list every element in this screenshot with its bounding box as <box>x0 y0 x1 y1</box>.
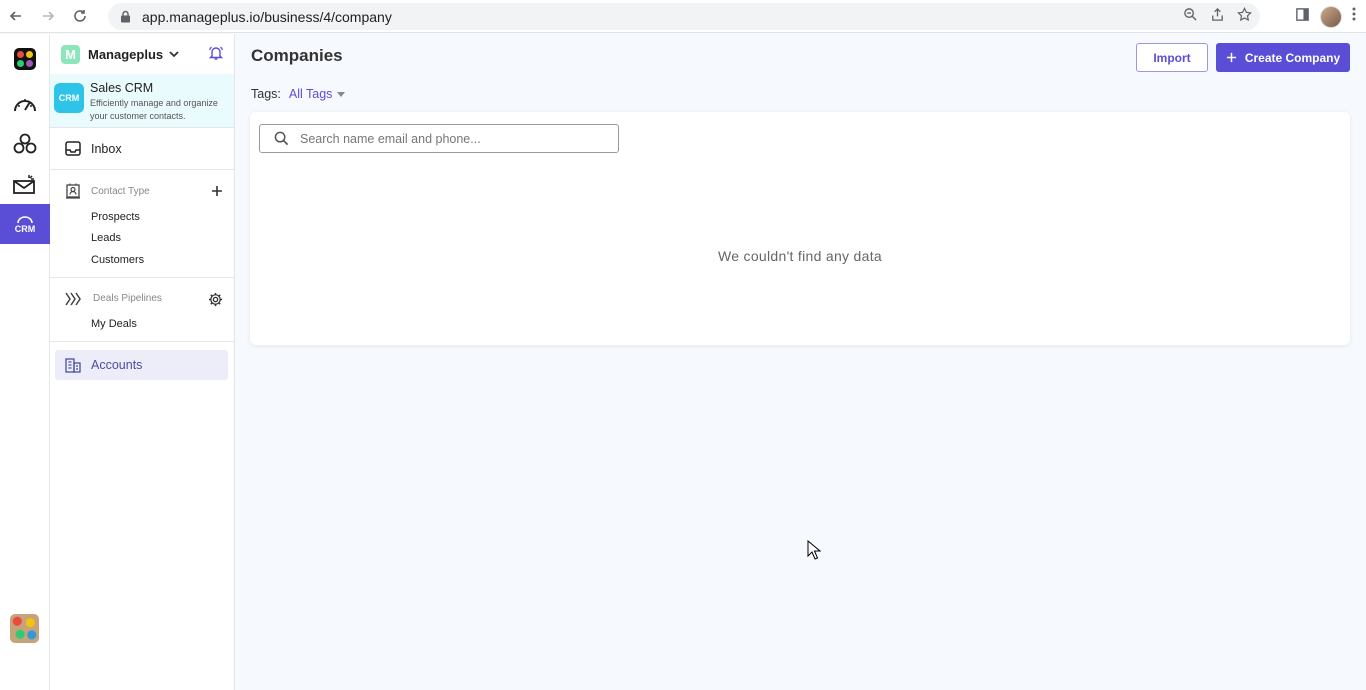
building-icon <box>65 357 81 373</box>
arrow-right-icon <box>43 11 55 21</box>
deals-section: Deals Pipelines My Deals <box>50 284 234 342</box>
workspace-badge: M <box>61 44 80 64</box>
crm-logo-icon: CRM <box>54 83 84 113</box>
mail-icon <box>13 175 35 194</box>
sidebar-item-prospects[interactable]: Prospects <box>50 206 234 228</box>
tags-dropdown[interactable]: All Tags <box>289 87 333 101</box>
profile-avatar[interactable] <box>1320 5 1342 28</box>
share-icon[interactable] <box>1210 7 1225 27</box>
app-title: Sales CRM <box>90 81 154 95</box>
tags-filter: Tags: All Tags <box>251 87 346 101</box>
search-input[interactable] <box>300 131 600 146</box>
rail-projects[interactable] <box>0 124 50 164</box>
reload-icon <box>74 10 86 22</box>
sidepanel-icon[interactable] <box>1295 7 1310 27</box>
circles-icon <box>13 133 37 154</box>
sidebar-item-label: Inbox <box>91 141 122 156</box>
bell-icon[interactable] <box>208 45 224 66</box>
app-rail: CRM <box>0 34 50 690</box>
sidebar: M Manageplus CRM Sales CRM Efficiently m… <box>50 34 235 690</box>
workspace-name: Manageplus <box>88 46 164 62</box>
app-card: CRM Sales CRM Efficiently manage and org… <box>50 74 234 128</box>
create-company-button[interactable]: Create Company <box>1216 43 1350 72</box>
tags-label: Tags: <box>251 87 281 101</box>
app-description: Efficiently manage and organize your cus… <box>90 98 218 121</box>
rail-home[interactable] <box>0 34 50 84</box>
contact-card-icon <box>66 183 80 199</box>
sidebar-item-accounts[interactable]: Accounts <box>55 350 228 380</box>
rail-crm[interactable]: CRM <box>0 204 50 244</box>
pipeline-chevrons-icon <box>65 292 81 305</box>
contact-type-heading: Contact Type <box>91 185 150 197</box>
sidebar-item-inbox[interactable]: Inbox <box>50 128 234 170</box>
caret-down-icon[interactable] <box>337 91 346 97</box>
manageplus-logo-icon <box>14 48 36 70</box>
inbox-icon <box>65 141 81 156</box>
workspace-switcher[interactable]: M Manageplus <box>50 34 234 74</box>
search-icon <box>274 131 289 146</box>
browser-toolbar: app.manageplus.io/business/4/company <box>0 0 1366 33</box>
back-button[interactable] <box>0 0 32 33</box>
add-contact-type-icon[interactable] <box>211 184 223 202</box>
sidebar-item-leads[interactable]: Leads <box>50 228 234 250</box>
kebab-menu-icon[interactable] <box>1352 7 1356 26</box>
companies-card: We couldn't find any data <box>250 112 1350 345</box>
sidebar-item-label: Accounts <box>91 358 143 372</box>
plus-icon <box>1226 52 1236 63</box>
create-company-label: Create Company <box>1244 50 1341 65</box>
user-avatar[interactable] <box>10 614 39 643</box>
chevron-down-icon <box>169 50 179 58</box>
search-box[interactable] <box>259 124 619 153</box>
lock-icon <box>118 10 132 24</box>
sidebar-item-customers[interactable]: Customers <box>50 249 234 271</box>
star-icon[interactable] <box>1237 6 1252 27</box>
sidebar-item-my-deals[interactable]: My Deals <box>50 314 234 336</box>
empty-state-message: We couldn't find any data <box>717 248 882 264</box>
cloud-icon: CRM <box>15 216 36 234</box>
address-bar[interactable]: app.manageplus.io/business/4/company <box>108 3 1260 30</box>
import-button[interactable]: Import <box>1136 43 1208 72</box>
page-title: Companies <box>251 46 343 65</box>
gear-icon[interactable] <box>208 292 223 312</box>
zoom-icon[interactable] <box>1183 7 1198 27</box>
reload-button[interactable] <box>64 0 96 33</box>
mouse-cursor-icon <box>807 539 822 565</box>
rail-campaigns[interactable] <box>0 164 50 204</box>
url-text: app.manageplus.io/business/4/company <box>142 8 392 25</box>
contact-type-section: Contact Type Prospects Leads Customers <box>50 176 234 278</box>
arrow-left-icon <box>9 11 21 21</box>
deals-heading: Deals Pipelines <box>93 293 162 304</box>
rail-dashboard[interactable] <box>0 84 50 124</box>
crm-rail-label: CRM <box>15 224 36 234</box>
speedometer-icon <box>14 99 36 112</box>
forward-button[interactable] <box>32 0 64 33</box>
